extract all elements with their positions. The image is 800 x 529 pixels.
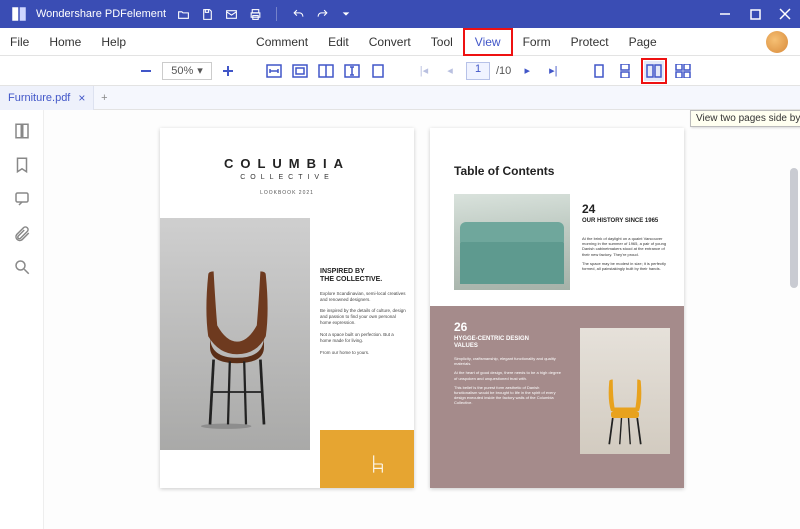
- single-page-icon[interactable]: [589, 61, 609, 81]
- app-title: Wondershare PDFelement: [36, 8, 166, 20]
- p1-para2: Be inspired by the details of culture, d…: [320, 308, 406, 326]
- p2-body2: Simplicity, craftsmanship, elegant funct…: [454, 356, 562, 406]
- continuous-page-icon[interactable]: [615, 61, 635, 81]
- user-avatar[interactable]: [766, 31, 788, 53]
- thumbnails-icon[interactable]: [13, 122, 31, 140]
- fit-width-icon[interactable]: [264, 61, 284, 81]
- open-folder-icon[interactable]: [176, 7, 190, 21]
- p2-body1a: At the brink of daylight on a quaint Van…: [582, 236, 672, 257]
- maximize-button[interactable]: [740, 0, 770, 28]
- menu-convert[interactable]: Convert: [359, 28, 421, 56]
- menubar: File Home Help Comment Edit Convert Tool…: [0, 28, 800, 56]
- p2-heading2: HYGGE-CENTRIC DESIGN VALUES: [454, 336, 554, 349]
- p2-body2a: Simplicity, craftsmanship, elegant funct…: [454, 356, 562, 366]
- page-number-input[interactable]: 1: [466, 62, 490, 80]
- bookmark-icon[interactable]: [13, 156, 31, 174]
- actual-size-icon[interactable]: [316, 61, 336, 81]
- chair-icon: [192, 262, 282, 432]
- last-page-button[interactable]: ▸|: [543, 61, 563, 81]
- menu-file[interactable]: File: [0, 28, 39, 56]
- p1-para4: From our home to yours.: [320, 350, 406, 356]
- fit-height-icon[interactable]: [342, 61, 362, 81]
- search-icon[interactable]: [13, 258, 31, 276]
- menu-page[interactable]: Page: [619, 28, 667, 56]
- mail-icon[interactable]: [224, 7, 238, 21]
- p2-heading1: OUR HISTORY SINCE 1965: [582, 218, 672, 225]
- minimize-button[interactable]: [710, 0, 740, 28]
- menu-help[interactable]: Help: [91, 28, 136, 56]
- quick-access-toolbar: [176, 7, 353, 21]
- menu-tool[interactable]: Tool: [421, 28, 463, 56]
- two-page-highlight: [641, 58, 667, 84]
- sofa-icon: [460, 238, 564, 284]
- zoom-level-box[interactable]: 50%▾: [162, 62, 212, 80]
- p2-body2b: At the heart of good design, there needs…: [454, 370, 562, 380]
- p2-body1b: The space may be modest in size; it is p…: [582, 261, 672, 271]
- chair-glyph-icon: [370, 454, 386, 474]
- undo-icon[interactable]: [291, 7, 305, 21]
- p1-year: LOOKBOOK 2021: [160, 190, 414, 196]
- titlebar: Wondershare PDFelement: [0, 0, 800, 28]
- next-page-button[interactable]: ▸: [517, 61, 537, 81]
- annotations-icon[interactable]: [13, 190, 31, 208]
- zoom-value: 50%: [171, 65, 193, 77]
- p2-num2: 26: [454, 320, 467, 334]
- tab-close-icon[interactable]: ×: [78, 91, 85, 105]
- menu-edit[interactable]: Edit: [318, 28, 359, 56]
- menu-protect[interactable]: Protect: [561, 28, 619, 56]
- p2-num1: 24: [582, 202, 595, 216]
- print-icon[interactable]: [248, 7, 262, 21]
- close-button[interactable]: [770, 0, 800, 28]
- vertical-scrollbar[interactable]: [790, 168, 798, 288]
- workspace: View two pages side by side COLUMBIA COL…: [0, 110, 800, 529]
- p2-body2c: This belief is the purest form aesthetic…: [454, 385, 562, 406]
- p2-photo2: [580, 328, 670, 454]
- tab-filename: Furniture.pdf: [8, 92, 70, 104]
- app-logo-icon: [8, 3, 30, 25]
- p1-subtitle: COLLECTIVE: [160, 174, 414, 181]
- prev-page-button[interactable]: ◂: [440, 61, 460, 81]
- p2-body1: At the brink of daylight on a quaint Van…: [582, 236, 672, 271]
- qat-dropdown-icon[interactable]: [339, 7, 353, 21]
- save-icon[interactable]: [200, 7, 214, 21]
- fit-visible-icon[interactable]: [368, 61, 388, 81]
- menu-comment[interactable]: Comment: [246, 28, 318, 56]
- first-page-button[interactable]: |◂: [414, 61, 434, 81]
- zoom-in-button[interactable]: [218, 61, 238, 81]
- redo-icon[interactable]: [315, 7, 329, 21]
- p1-text: INSPIRED BY THE COLLECTIVE. Explore Scan…: [320, 268, 406, 356]
- menu-form[interactable]: Form: [513, 28, 561, 56]
- view-toolbar: 50%▾ |◂ ◂ 1 /10 ▸ ▸|: [0, 56, 800, 86]
- p1-para3: Not a space built on perfection. But a h…: [320, 332, 406, 344]
- attachments-icon[interactable]: [13, 224, 31, 242]
- document-tabbar: Furniture.pdf × +: [0, 86, 800, 110]
- p2-toc-title: Table of Contents: [454, 164, 554, 178]
- fit-page-icon[interactable]: [290, 61, 310, 81]
- pdf-page-2: Table of Contents 24 OUR HISTORY SINCE 1…: [430, 128, 684, 488]
- left-sidebar: [0, 110, 44, 529]
- two-page-continuous-icon[interactable]: [673, 61, 693, 81]
- document-tab[interactable]: Furniture.pdf ×: [0, 86, 94, 110]
- yellow-chair-icon: [598, 376, 652, 446]
- two-page-tooltip: View two pages side by side: [690, 110, 800, 127]
- p1-head1: INSPIRED BY: [320, 268, 406, 276]
- new-tab-button[interactable]: +: [94, 92, 114, 104]
- p1-brand: COLUMBIA: [160, 156, 414, 171]
- document-canvas[interactable]: View two pages side by side COLUMBIA COL…: [44, 110, 800, 529]
- p1-photo: [160, 218, 310, 450]
- p1-para1: Explore Scandinavian, semi-local creativ…: [320, 291, 406, 303]
- menu-home[interactable]: Home: [39, 28, 91, 56]
- p2-photo1: [454, 194, 570, 290]
- p1-accent-block: [320, 430, 414, 488]
- menu-view[interactable]: View: [463, 28, 513, 56]
- page-total: /10: [496, 65, 511, 77]
- p1-head2: THE COLLECTIVE.: [320, 276, 406, 284]
- zoom-out-button[interactable]: [136, 61, 156, 81]
- two-page-icon[interactable]: [644, 61, 664, 81]
- pdf-page-1: COLUMBIA COLLECTIVE LOOKBOOK 2021 INSPIR…: [160, 128, 414, 488]
